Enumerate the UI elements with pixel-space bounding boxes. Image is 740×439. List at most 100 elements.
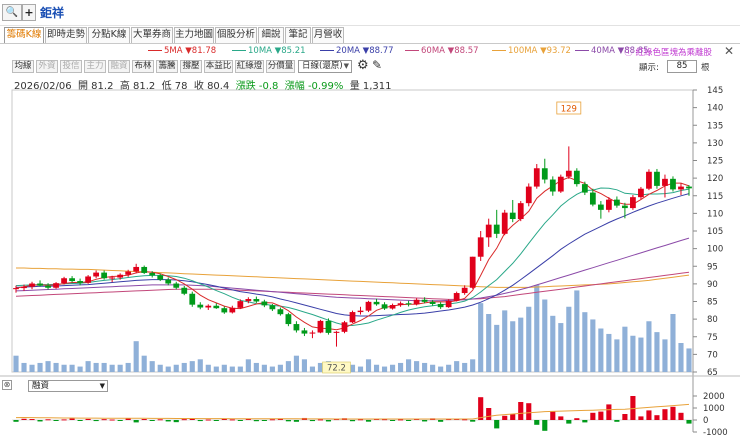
margin-ma-line	[15, 403, 690, 420]
price-tick-label: 85	[707, 298, 718, 308]
candle-body	[29, 283, 35, 287]
volume-bar	[45, 361, 51, 372]
volume-bar	[646, 321, 652, 372]
margin-bar	[189, 418, 195, 420]
candle-body	[670, 178, 676, 190]
price-tick-label: 110	[707, 209, 723, 219]
volume-bar	[157, 364, 163, 372]
candle-body	[565, 170, 572, 177]
candle-body	[445, 300, 452, 308]
candle-body	[509, 212, 516, 220]
candle-body	[541, 168, 548, 180]
margin-bar	[478, 397, 484, 420]
candle-body	[654, 171, 660, 186]
volume-bar	[638, 337, 644, 372]
candle-body	[421, 299, 428, 302]
volume-bar	[566, 306, 572, 372]
volume-bar	[470, 359, 476, 372]
margin-bar	[662, 409, 668, 420]
volume-bar	[414, 361, 420, 372]
volume-bar	[518, 317, 524, 372]
candle-body	[333, 331, 340, 333]
margin-bar	[438, 420, 444, 422]
candle-body	[133, 266, 140, 272]
candle-body	[189, 293, 196, 305]
candle-body	[173, 283, 180, 288]
margin-bar	[494, 420, 500, 429]
volume-bar	[269, 366, 275, 372]
margin-bar	[21, 418, 27, 420]
margin-bar	[398, 419, 404, 421]
volume-bar	[534, 285, 540, 372]
volume-bar	[109, 364, 115, 372]
margin-bar	[470, 420, 476, 422]
margin-bar	[389, 420, 396, 421]
margin-bar	[269, 419, 275, 421]
margin-bar	[686, 420, 692, 424]
candle-body	[141, 266, 148, 273]
margin-bar	[85, 418, 91, 420]
volume-bar	[61, 364, 67, 372]
indicator-select[interactable]: 融資 ▼	[28, 380, 108, 392]
margin-bar	[574, 418, 580, 420]
candle-body	[630, 197, 636, 209]
candle-body	[117, 274, 124, 278]
volume-bar	[622, 326, 628, 372]
margin-bar	[614, 420, 620, 422]
candle-body	[549, 179, 556, 192]
candle-body	[229, 307, 236, 313]
price-tick-label: 125	[707, 157, 723, 167]
volume-bar	[606, 333, 612, 372]
volume-bar	[462, 362, 468, 372]
candle-body	[269, 305, 276, 310]
margin-bar	[325, 420, 332, 422]
margin-bar	[77, 420, 83, 421]
margin-bar	[349, 420, 356, 422]
margin-bar	[293, 420, 299, 422]
indicator-select-value: 融資	[32, 381, 50, 391]
sub-tick-label: 1000	[703, 404, 725, 414]
candle-body	[61, 278, 67, 284]
margin-bar	[582, 420, 588, 423]
volume-bar	[373, 364, 380, 372]
candle-body	[197, 304, 204, 308]
volume-bar	[189, 361, 195, 372]
candle-body	[437, 303, 444, 308]
candle-body	[13, 288, 19, 290]
candle-body	[389, 305, 396, 309]
volume-bar	[213, 366, 219, 372]
price-chart[interactable]: 65 70 75 80 85 90 95 100 105 110 115 120 125 130 135 14…	[0, 0, 740, 439]
candle-body	[469, 256, 476, 288]
candle-body	[85, 276, 91, 283]
volume-bar	[205, 364, 211, 372]
candle-body	[317, 320, 324, 333]
high-annotation-label: 129	[561, 105, 577, 115]
candle-body	[301, 330, 308, 334]
volume-bar	[590, 319, 596, 372]
price-tick-label: 145	[707, 86, 723, 96]
volume-bar	[381, 366, 388, 372]
candle-body	[461, 287, 468, 294]
sub-close-icon[interactable]: ⊗	[2, 380, 12, 390]
candle-body	[45, 285, 51, 288]
margin-bar	[502, 415, 508, 420]
margin-bar	[37, 420, 43, 422]
candle-body	[533, 168, 540, 187]
candle-body	[413, 299, 420, 305]
volume-bar	[261, 364, 267, 372]
margin-bar	[133, 420, 139, 423]
candle-body	[662, 178, 668, 186]
candle-body	[581, 184, 588, 193]
margin-bar	[13, 420, 19, 422]
margin-bar	[622, 414, 628, 420]
margin-bar	[406, 420, 412, 421]
volume-bar	[101, 362, 107, 372]
volume-bar	[389, 364, 396, 372]
price-tick-label: 90	[707, 280, 718, 290]
price-tick-label: 65	[707, 368, 718, 378]
margin-bar	[61, 419, 67, 421]
candle-body	[573, 170, 580, 185]
margin-bar	[654, 415, 660, 420]
margin-bar	[229, 419, 235, 421]
volume-bar	[309, 366, 316, 372]
